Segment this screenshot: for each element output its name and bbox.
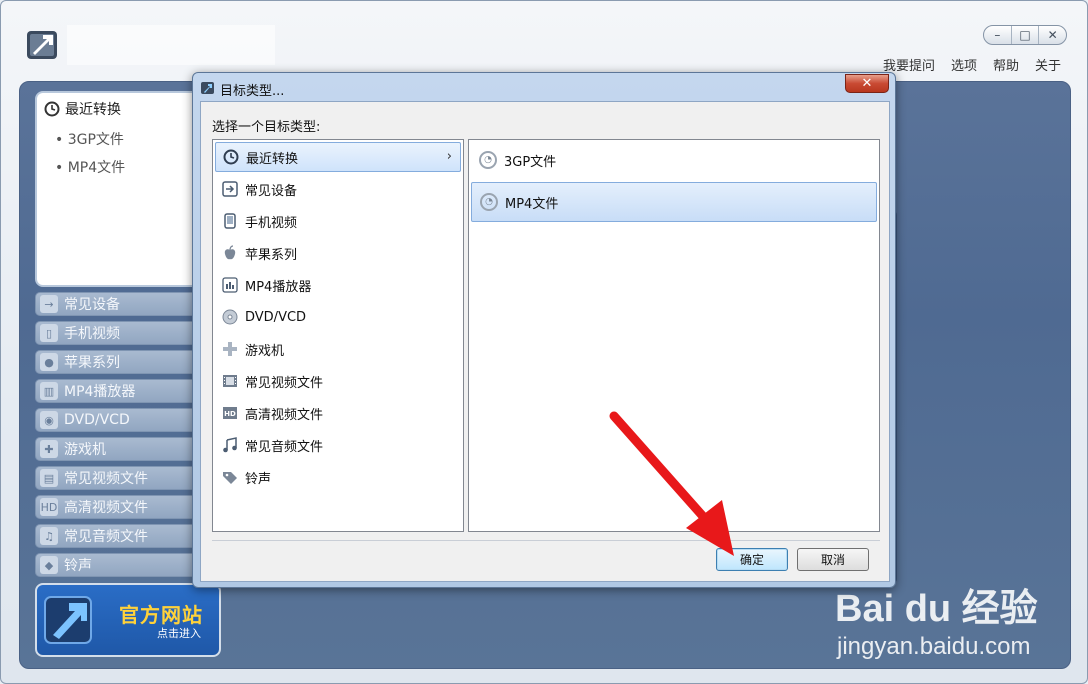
disc-icon: ◉ <box>40 411 58 429</box>
app-logo-icon <box>27 31 57 59</box>
gamepad-icon: ✚ <box>40 440 58 458</box>
ok-button[interactable]: 确定 <box>716 548 788 571</box>
dialog-close-button[interactable]: ✕ <box>845 74 889 93</box>
arrow-box-icon <box>221 181 238 198</box>
category-common-video[interactable]: ▤ 常见视频文件 <box>35 466 203 490</box>
category-common-audio[interactable]: ♫ 常见音频文件 <box>35 524 203 548</box>
recent-header[interactable]: 最近转换 <box>43 99 121 119</box>
clock-icon: ◔ <box>479 151 497 169</box>
apple-icon <box>221 245 238 262</box>
list-item-recent[interactable]: 最近转换 › <box>215 142 461 172</box>
hd-icon: HD <box>221 405 238 422</box>
promo-title: 官方网站 <box>119 603 203 627</box>
category-apple[interactable]: ● 苹果系列 <box>35 350 203 374</box>
category-common-devices[interactable]: → 常见设备 <box>35 292 203 316</box>
music-note-icon: ♫ <box>40 527 58 545</box>
menu-about[interactable]: 关于 <box>1035 55 1061 74</box>
svg-text:HD: HD <box>224 410 236 418</box>
gamepad-icon <box>221 341 238 358</box>
watermark-url: jingyan.baidu.com <box>837 633 1031 660</box>
list-item-mp4-player[interactable]: MP4播放器 <box>215 270 461 300</box>
category-hd-video[interactable]: HD 高清视频文件 <box>35 495 203 519</box>
format-list: ◔ 3GP文件 ◔ MP4文件 <box>468 139 880 532</box>
mp4-player-icon <box>221 277 238 294</box>
clock-icon <box>222 149 239 166</box>
list-item-common-devices[interactable]: 常见设备 <box>215 174 461 204</box>
dialog-title: 目标类型... <box>220 84 285 99</box>
promo-logo-icon <box>44 596 92 644</box>
phone-icon <box>221 213 238 230</box>
minimize-button[interactable]: – <box>984 26 1012 44</box>
category-mobile-video[interactable]: ▯ 手机视频 <box>35 321 203 345</box>
cancel-button[interactable]: 取消 <box>797 548 869 571</box>
category-game-console[interactable]: ✚ 游戏机 <box>35 437 203 461</box>
category-mp4-player[interactable]: ▥ MP4播放器 <box>35 379 203 403</box>
list-item-mobile-video[interactable]: 手机视频 <box>215 206 461 236</box>
list-item-dvd-vcd[interactable]: DVD/VCD <box>215 302 461 332</box>
official-website-banner[interactable]: 官方网站 点击进入 <box>35 583 221 657</box>
recent-item-3gp[interactable]: • 3GP文件 <box>55 129 124 149</box>
arrow-box-icon: → <box>40 295 58 313</box>
bell-tag-icon <box>221 469 238 486</box>
list-item-apple[interactable]: 苹果系列 <box>215 238 461 268</box>
mp4-player-icon: ▥ <box>40 382 58 400</box>
divider <box>212 540 880 541</box>
recent-panel: 最近转换 • 3GP文件 • MP4文件 <box>35 91 203 287</box>
list-item-common-audio[interactable]: 常见音频文件 <box>215 430 461 460</box>
category-dvd-vcd[interactable]: ◉ DVD/VCD <box>35 408 203 432</box>
category-ringtone[interactable]: ◆ 铃声 <box>35 553 203 577</box>
format-item-mp4[interactable]: ◔ MP4文件 <box>471 182 877 222</box>
dialog-prompt: 选择一个目标类型: <box>212 120 321 135</box>
list-item-game-console[interactable]: 游戏机 <box>215 334 461 364</box>
menu-options[interactable]: 选项 <box>951 55 977 74</box>
chevron-right-icon: › <box>446 149 452 164</box>
bell-tag-icon: ◆ <box>40 556 58 574</box>
target-type-dialog: 目标类型... ✕ 选择一个目标类型: 最近转换 › 常见设备 手机视频 苹果系… <box>192 72 896 588</box>
promo-subtitle: 点击进入 <box>157 627 201 640</box>
menu-help[interactable]: 帮助 <box>993 55 1019 74</box>
recent-item-mp4[interactable]: • MP4文件 <box>55 157 125 177</box>
music-note-icon <box>221 437 238 454</box>
dialog-body: 选择一个目标类型: 最近转换 › 常见设备 手机视频 苹果系列 MP4播放器 D… <box>200 101 890 582</box>
list-item-hd-video[interactable]: HD 高清视频文件 <box>215 398 461 428</box>
clock-icon <box>43 101 60 118</box>
top-menu: 我要提问 选项 帮助 关于 <box>883 55 1061 74</box>
list-item-ringtone[interactable]: 铃声 <box>215 462 461 492</box>
phone-icon: ▯ <box>40 324 58 342</box>
dialog-app-icon <box>201 82 214 94</box>
film-icon: ▤ <box>40 469 58 487</box>
window-controls: – □ ✕ <box>983 25 1067 45</box>
clock-icon: ◔ <box>480 193 498 211</box>
apple-icon: ● <box>40 353 58 371</box>
film-icon <box>221 373 238 390</box>
list-item-common-video[interactable]: 常见视频文件 <box>215 366 461 396</box>
recent-title: 最近转换 <box>65 102 121 118</box>
disc-icon <box>221 309 238 326</box>
close-button[interactable]: ✕ <box>1039 26 1066 44</box>
maximize-button[interactable]: □ <box>1012 26 1040 44</box>
hd-icon: HD <box>40 498 58 516</box>
title-area <box>67 25 275 65</box>
format-item-3gp[interactable]: ◔ 3GP文件 <box>471 140 877 180</box>
category-list: 最近转换 › 常见设备 手机视频 苹果系列 MP4播放器 DVD/VCD 游戏机… <box>212 139 464 532</box>
